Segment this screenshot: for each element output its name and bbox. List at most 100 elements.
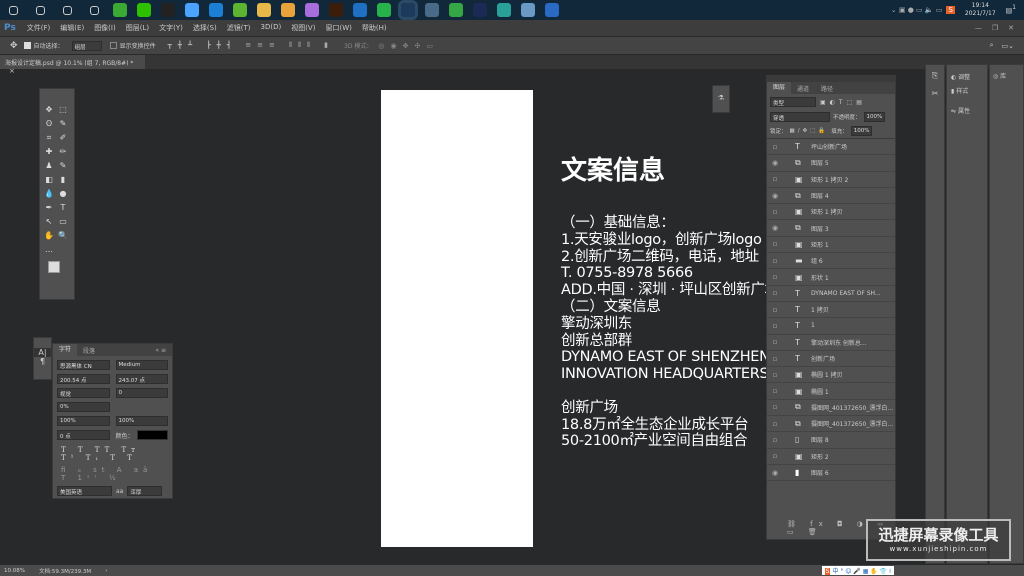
menu-item[interactable]: 图像(I) bbox=[94, 23, 116, 33]
tab-paths[interactable]: 路径 bbox=[815, 84, 839, 93]
layer-row[interactable]: ▫ ▣ 椭圆 1 拷贝 bbox=[767, 367, 895, 384]
app-blue-icon[interactable] bbox=[209, 3, 223, 17]
visibility-toggle[interactable]: ▫ bbox=[767, 338, 783, 346]
app-teal-icon[interactable] bbox=[497, 3, 511, 17]
app-tencent-icon[interactable] bbox=[545, 3, 559, 17]
tool-icon[interactable]: T bbox=[57, 202, 69, 214]
font-size-field[interactable]: 200.54 点 bbox=[57, 374, 110, 384]
file-explorer-icon[interactable] bbox=[257, 3, 271, 17]
zoom-level[interactable]: 10.08% bbox=[4, 568, 25, 574]
app-paper-icon[interactable] bbox=[521, 3, 535, 17]
visibility-toggle[interactable]: ▫ bbox=[767, 403, 783, 411]
tool-icon[interactable]: ✋ bbox=[43, 230, 55, 242]
app-outlook-icon[interactable] bbox=[353, 3, 367, 17]
font-style-dropdown[interactable]: Medium bbox=[115, 360, 168, 370]
3d-mode-icons[interactable]: ◎◉✥✣▭ bbox=[378, 42, 439, 50]
tab-character[interactable]: 字符 bbox=[53, 344, 78, 356]
tool-icon[interactable]: ✥ bbox=[43, 104, 55, 116]
history-icon[interactable]: ⎘ bbox=[926, 71, 944, 81]
adjustments-item[interactable]: ◐ 调整 bbox=[951, 71, 983, 85]
layer-row[interactable]: ▫ ▬ 组 6 bbox=[767, 253, 895, 270]
layer-row[interactable]: ◉ ⧉ 图层 5 bbox=[767, 155, 895, 172]
visibility-toggle[interactable]: ▫ bbox=[767, 257, 783, 265]
app-green2-icon[interactable] bbox=[377, 3, 391, 17]
tool-icon[interactable]: … bbox=[43, 244, 55, 256]
layer-row[interactable]: ▫ ▣ 矩形 1 拷贝 2 bbox=[767, 172, 895, 188]
clock-time[interactable]: 19:14 bbox=[965, 2, 996, 10]
tool-icon[interactable]: ↖ bbox=[43, 216, 55, 228]
menu-item[interactable]: 滤镜(T) bbox=[227, 23, 251, 33]
horizontal-scale-field[interactable]: 100% bbox=[115, 416, 168, 426]
restore-button[interactable]: ❐ bbox=[992, 24, 998, 32]
cinema4d-icon[interactable] bbox=[473, 3, 487, 17]
visibility-toggle[interactable]: ▫ bbox=[767, 436, 783, 444]
tool-icon[interactable]: ⌗ bbox=[43, 132, 55, 144]
fill-field[interactable]: 100% bbox=[850, 126, 873, 136]
visibility-toggle[interactable]: ▫ bbox=[767, 289, 783, 297]
visibility-toggle[interactable]: ▫ bbox=[767, 208, 783, 216]
baseline-shift-field[interactable]: 0 点 bbox=[57, 430, 110, 440]
menu-item[interactable]: 编辑(E) bbox=[60, 23, 84, 33]
tool-icon[interactable]: ◧ bbox=[43, 174, 55, 186]
tool-icon[interactable]: ⬚ bbox=[57, 104, 69, 116]
tab-paragraph[interactable]: 段落 bbox=[77, 346, 101, 355]
calculator-icon[interactable] bbox=[425, 3, 439, 17]
layer-row[interactable]: ▫ T 创新广场 bbox=[767, 351, 895, 368]
tab-channels[interactable]: 通道 bbox=[791, 84, 815, 93]
menu-item[interactable]: 图层(L) bbox=[126, 23, 149, 33]
visibility-toggle[interactable]: ▫ bbox=[767, 371, 783, 379]
browser-icon[interactable] bbox=[113, 3, 127, 17]
tray-icons[interactable]: ⌄ ▣ ● ▭ 🔈 ▭ bbox=[891, 6, 943, 14]
app-green3-icon[interactable] bbox=[449, 3, 463, 17]
tracking-field[interactable]: 0 bbox=[115, 388, 168, 398]
search-icon[interactable]: ⌕ bbox=[990, 41, 994, 50]
vertical-scale-field[interactable]: 100% bbox=[57, 416, 110, 426]
layer-row[interactable]: ▫ T 坪山创新广场 bbox=[767, 139, 895, 156]
menu-item[interactable]: 窗口(W) bbox=[325, 23, 351, 33]
visibility-toggle[interactable]: ▫ bbox=[767, 240, 783, 248]
layer-row[interactable]: ▫ ▣ 矩形 2 bbox=[767, 449, 895, 465]
layer-row[interactable]: ▫ T DYNAMO EAST OF SH... bbox=[767, 286, 895, 302]
tool-icon[interactable]: ʘ bbox=[43, 118, 55, 130]
visibility-toggle[interactable]: ▫ bbox=[767, 322, 783, 330]
tool-icon[interactable]: 🔍 bbox=[57, 230, 69, 242]
tools-preset-icon[interactable]: ✂ bbox=[926, 89, 944, 98]
move-tool-icon[interactable]: ✥ bbox=[10, 41, 18, 51]
foreground-color-swatch[interactable] bbox=[48, 261, 60, 273]
tool-icon[interactable]: ✚ bbox=[43, 146, 55, 158]
auto-select-checkbox[interactable] bbox=[23, 42, 31, 49]
notification-icon[interactable]: ▤1 bbox=[1006, 5, 1016, 14]
app-image-icon[interactable] bbox=[305, 3, 319, 17]
visibility-toggle[interactable]: ▫ bbox=[767, 452, 783, 460]
layer-row[interactable]: ◉ ⧉ 图层 4 bbox=[767, 188, 895, 205]
cortana-icon[interactable] bbox=[63, 5, 72, 15]
show-transform-checkbox[interactable] bbox=[109, 42, 117, 49]
ime-toolbar[interactable]: S 中 ° ☺ 🎤 ▦ ✋ 👕 ⁞ bbox=[821, 566, 894, 575]
layer-row[interactable]: ▫ ▣ 矩形 1 拷贝 bbox=[767, 204, 895, 221]
visibility-toggle[interactable]: ▫ bbox=[767, 387, 783, 395]
eye-icon[interactable]: ◉ bbox=[767, 192, 783, 200]
task-view-icon[interactable] bbox=[90, 5, 99, 15]
layer-row[interactable]: ▫ T 1 拷贝 bbox=[767, 302, 895, 319]
layer-row[interactable]: ◉ ▮ 图层 6 bbox=[767, 465, 895, 482]
tab-layers[interactable]: 图层 bbox=[767, 82, 792, 94]
tool-icon[interactable]: ▭ bbox=[57, 216, 69, 228]
eye-icon[interactable]: ◉ bbox=[767, 224, 783, 232]
layer-row[interactable]: ▫ ▣ 椭圆 1 bbox=[767, 383, 895, 400]
blend-mode-dropdown[interactable]: 穿透 bbox=[770, 112, 830, 122]
anti-alias-dropdown[interactable]: 浑厚 bbox=[127, 486, 163, 496]
character-icon[interactable]: A| bbox=[34, 348, 51, 357]
tool-icon[interactable]: ▮ bbox=[57, 174, 69, 186]
sogou-tray-icon[interactable]: S bbox=[946, 6, 955, 14]
libraries-item[interactable]: ◎ 库 bbox=[993, 71, 1020, 80]
visibility-toggle[interactable]: ▫ bbox=[767, 355, 783, 363]
styles-item[interactable]: ▮ 样式 bbox=[951, 85, 983, 99]
kerning-field[interactable]: 视觉 bbox=[57, 388, 110, 398]
layer-row[interactable]: ▫ T 擎动深圳东 创新总... bbox=[767, 335, 895, 351]
align-buttons[interactable]: ┳╋┻ ┣╋┫ ≡≡≡ ⫴⫴⫴ ▮ bbox=[168, 41, 334, 50]
layer-row[interactable]: ▫ ⧉ 摄图网_401372650_漂浮白... bbox=[767, 400, 895, 417]
lock-icons[interactable]: ▦/✥⬚🔒 bbox=[790, 128, 829, 134]
start-icon[interactable] bbox=[9, 5, 18, 15]
chrome-icon[interactable] bbox=[281, 3, 295, 17]
visibility-toggle[interactable]: ▫ bbox=[767, 143, 783, 151]
